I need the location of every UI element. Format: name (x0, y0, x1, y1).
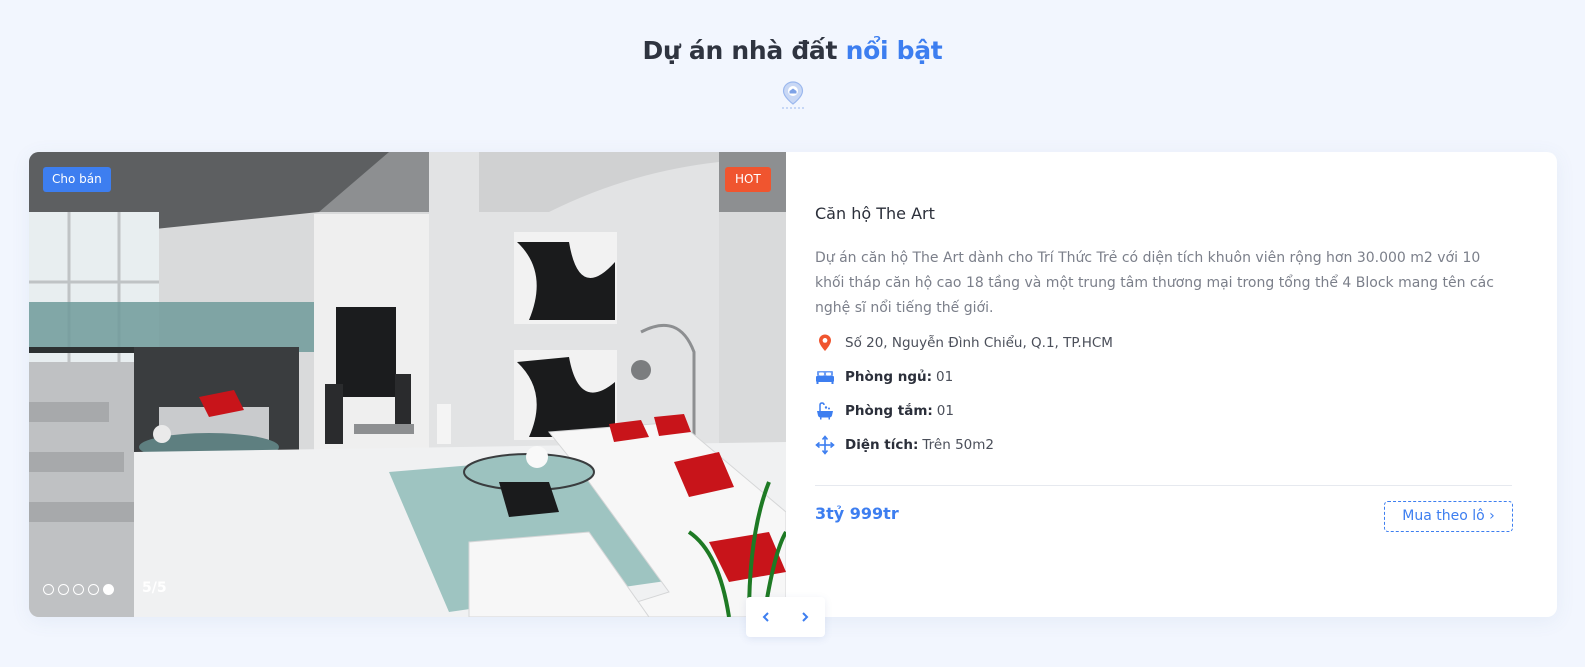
slider-nav (746, 597, 825, 637)
chevron-left-icon (762, 612, 769, 622)
living-room-image (29, 152, 786, 617)
project-card[interactable]: Cho bán HOT 5/5 Căn hộ The Art Dự án căn… (29, 152, 1557, 617)
slider-counter: 5/5 (142, 580, 167, 596)
section-title: Dự án nhà đất nổi bật (0, 36, 1585, 65)
bathrooms-label: Phòng tắm: (845, 403, 933, 419)
prev-button[interactable] (746, 597, 786, 637)
chevron-right-icon (802, 612, 809, 622)
bedrooms-value: 01 (936, 369, 954, 385)
section-title-main: Dự án nhà đất (642, 36, 838, 65)
bedrooms-row: Phòng ngủ: 01 (815, 366, 953, 388)
project-price: 3tỷ 999tr (815, 504, 899, 523)
buy-by-lot-button[interactable]: Mua theo lô › (1384, 501, 1513, 532)
project-name[interactable]: Căn hộ The Art (815, 204, 935, 223)
project-info: Căn hộ The Art Dự án căn hộ The Art dành… (815, 152, 1515, 617)
bathtub-icon (817, 402, 833, 420)
bed-icon (816, 371, 834, 384)
move-arrows-icon (815, 435, 835, 455)
area-row: Diện tích: Trên 50m2 (815, 434, 994, 456)
slider-dot[interactable] (43, 584, 54, 595)
divider (815, 485, 1512, 486)
for-sale-badge: Cho bán (43, 167, 111, 192)
bathrooms-value: 01 (936, 403, 954, 419)
area-value: Trên 50m2 (922, 437, 994, 453)
project-description: Dự án căn hộ The Art dành cho Trí Thức T… (815, 250, 1494, 316)
slider-dot[interactable] (73, 584, 84, 595)
address-row: Số 20, Nguyễn Đình Chiểu, Q.1, TP.HCM (815, 332, 1113, 354)
bedrooms-label: Phòng ngủ: (845, 369, 933, 385)
next-button[interactable] (786, 597, 826, 637)
map-marker-icon (819, 334, 831, 351)
location-pin-icon (780, 80, 806, 110)
project-photo[interactable]: Cho bán HOT 5/5 (29, 152, 786, 617)
slider-dot[interactable] (88, 584, 99, 595)
bathrooms-row: Phòng tắm: 01 (815, 400, 954, 422)
hot-badge: HOT (725, 167, 771, 192)
slider-dot[interactable] (58, 584, 69, 595)
area-label: Diện tích: (845, 437, 919, 453)
section-title-accent: nổi bật (845, 36, 943, 65)
address-text: Số 20, Nguyễn Đình Chiểu, Q.1, TP.HCM (845, 335, 1113, 351)
slider-dot-active[interactable] (103, 584, 114, 595)
slider-dots (43, 584, 114, 595)
